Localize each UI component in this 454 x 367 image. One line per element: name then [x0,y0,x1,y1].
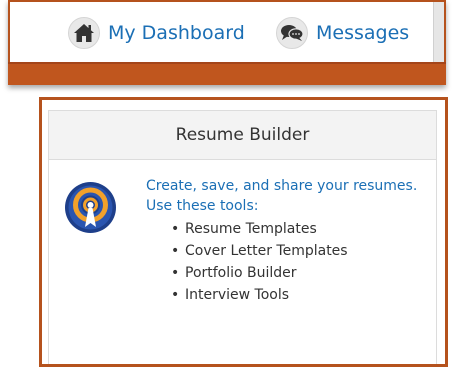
resume-builder-icon[interactable] [64,181,117,234]
card-description: Create, save, and share your resumes. Us… [146,176,417,216]
card-title: Resume Builder [175,125,310,145]
top-nav-bar: My Dashboard Messages [8,0,446,64]
tool-portfolio-builder[interactable]: Portfolio Builder [171,262,348,284]
tool-resume-templates[interactable]: Resume Templates [171,218,348,240]
my-dashboard-link[interactable]: My Dashboard [68,16,245,50]
nav-accent-strip [8,62,446,85]
messages-link[interactable]: Messages [276,16,409,50]
messages-label: Messages [316,22,410,44]
home-icon [68,17,100,49]
description-line-1: Create, save, and share your resumes. [146,178,418,194]
top-nav-panel: My Dashboard Messages [8,0,446,85]
tools-list: Resume Templates Cover Letter Templates … [171,218,348,306]
my-dashboard-label: My Dashboard [108,22,245,44]
tool-interview-tools[interactable]: Interview Tools [171,284,348,306]
description-line-2: Use these tools: [146,198,259,214]
chat-bubbles-icon [276,17,308,49]
tool-cover-letter-templates[interactable]: Cover Letter Templates [171,240,348,262]
resume-builder-card: Resume Builder Create, save, and share y… [48,110,437,364]
nav-edge [433,2,444,64]
card-header: Resume Builder [49,111,436,160]
resume-builder-frame: Resume Builder Create, save, and share y… [39,97,448,367]
